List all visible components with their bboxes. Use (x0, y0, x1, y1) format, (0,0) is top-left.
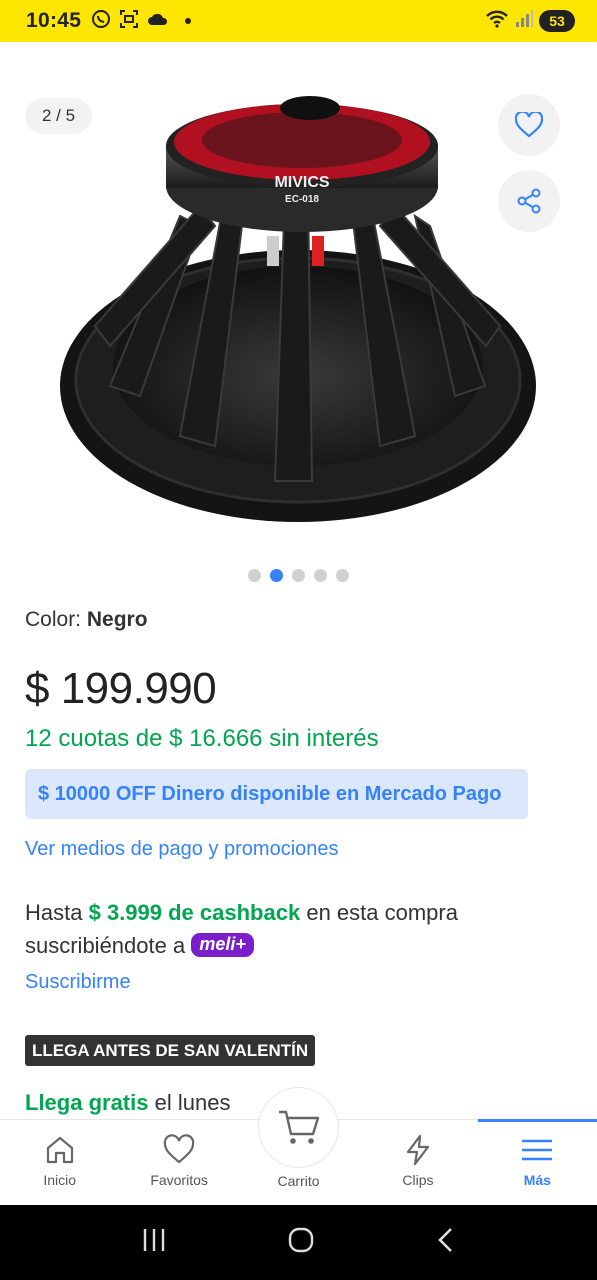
payment-methods-link[interactable]: Ver medios de pago y promociones (25, 838, 339, 861)
nav-label: Más (523, 1172, 551, 1188)
home-icon (46, 1136, 73, 1164)
color-label: Color: (25, 608, 82, 631)
pagination-dot[interactable] (292, 569, 305, 582)
promo-banner[interactable]: $ 10000 OFF Dinero disponible en Mercado… (25, 769, 528, 819)
nav-carrito[interactable] (258, 1087, 339, 1168)
battery-icon: 53 (539, 10, 575, 32)
home-circle-icon (289, 1227, 314, 1253)
heart-icon (163, 1134, 195, 1164)
pagination-dot[interactable] (248, 569, 261, 582)
back-button[interactable] (435, 1226, 457, 1259)
subscribe-link[interactable]: Suscribirme (25, 971, 131, 994)
cashback-amount: $ 3.999 de cashback (88, 900, 301, 925)
menu-icon (522, 1139, 553, 1161)
valentine-tag: LLEGA ANTES DE SAN VALENTÍN (25, 1035, 316, 1066)
gallery-pagination (0, 569, 597, 582)
product-price: $ 199.990 (25, 664, 217, 713)
cloud-icon (147, 11, 169, 32)
promo-text: $ 10000 OFF Dinero disponible en Mercado… (38, 782, 502, 805)
pagination-dot[interactable] (314, 569, 327, 582)
status-time: 10:45 (26, 9, 82, 32)
svg-text:EC-018: EC-018 (285, 194, 319, 205)
nav-clips[interactable]: Clips (358, 1120, 477, 1205)
delivery-text: Llega gratis el lunes (25, 1090, 230, 1116)
nav-label: Inicio (43, 1172, 77, 1188)
delivery-free: Llega gratis (25, 1090, 149, 1115)
svg-text:MIVICS: MIVICS (274, 174, 329, 191)
nav-label: Favoritos (150, 1172, 208, 1188)
wifi-icon (485, 10, 509, 33)
delivery-day: el lunes (154, 1090, 231, 1115)
product-gallery[interactable]: 2 / 5 MIVICS EC-018 (0, 42, 597, 562)
color-value: Negro (86, 608, 148, 631)
status-bar: 10:45 53 (0, 0, 597, 42)
heart-icon (515, 112, 543, 138)
back-icon (438, 1228, 453, 1252)
cashback-line2: suscribiéndote a (25, 933, 186, 958)
signal-icon (515, 9, 533, 33)
recents-button[interactable] (140, 1227, 168, 1258)
nav-mas[interactable]: Más (477, 1119, 597, 1205)
cashback-text: Hasta $ 3.999 de cashback en esta compra… (25, 896, 555, 962)
share-icon (517, 188, 541, 214)
nav-favoritos[interactable]: Favoritos (119, 1120, 238, 1205)
favorite-button[interactable] (498, 94, 560, 156)
recents-icon (143, 1229, 165, 1251)
nav-label: Clips (402, 1172, 434, 1188)
cashback-suffix: en esta compra (306, 900, 458, 925)
pagination-dot-active[interactable] (270, 569, 283, 582)
color-selector: Color: Negro (25, 608, 148, 632)
nav-inicio[interactable]: Inicio (0, 1120, 119, 1205)
meli-plus-badge: meli+ (191, 933, 254, 957)
cashback-prefix: Hasta (25, 900, 83, 925)
cart-icon (278, 1110, 319, 1144)
home-button[interactable] (287, 1226, 315, 1259)
lightning-icon (406, 1134, 430, 1166)
pagination-dot[interactable] (336, 569, 349, 582)
nav-label: Carrito (277, 1173, 320, 1189)
dot-icon (185, 18, 192, 24)
product-image[interactable]: MIVICS EC-018 (50, 86, 550, 536)
share-button[interactable] (498, 170, 560, 232)
whatsapp-icon (91, 9, 111, 34)
system-navigation-bar (0, 1205, 597, 1280)
installments-text: 12 cuotas de $ 16.666 sin interés (25, 725, 379, 752)
screenshot-icon (119, 9, 139, 34)
